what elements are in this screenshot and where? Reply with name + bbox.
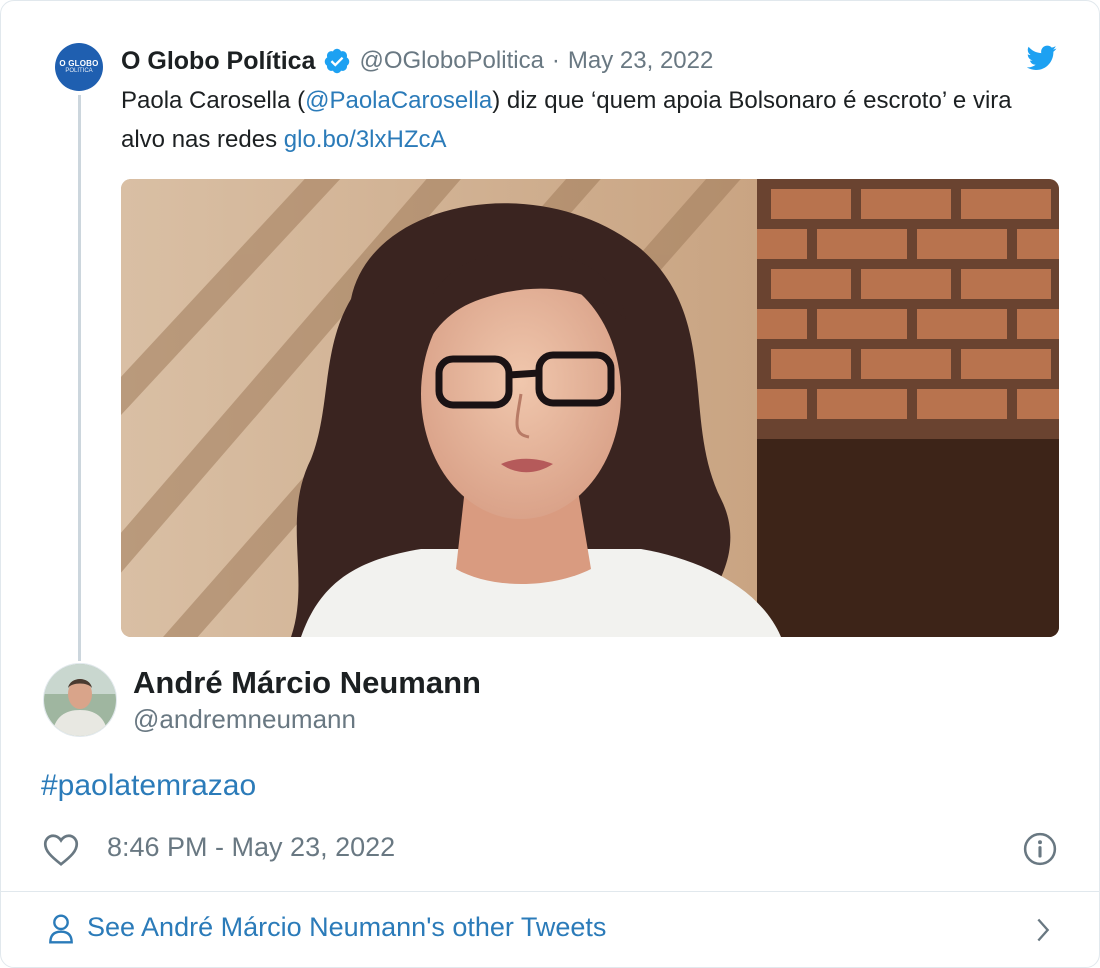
hashtag-link[interactable]: #paolatemrazao xyxy=(41,769,256,803)
twitter-bird-icon[interactable] xyxy=(1027,45,1057,71)
author-name[interactable]: André Márcio Neumann xyxy=(133,665,481,701)
avatar-illustration xyxy=(44,664,116,736)
article-link[interactable]: glo.bo/3lxHZcA xyxy=(284,126,447,153)
thread-line xyxy=(78,95,81,661)
tweet-photo[interactable] xyxy=(121,179,1059,637)
avatar-text-line2: POLÍTICA xyxy=(65,68,93,74)
quoted-avatar[interactable]: O GLOBO POLÍTICA xyxy=(55,43,103,91)
see-other-tweets-link[interactable]: See André Márcio Neumann's other Tweets xyxy=(1,892,1099,967)
header-separator: · xyxy=(551,47,560,74)
author-handle[interactable]: @andremneumann xyxy=(133,704,356,735)
quoted-author-handle[interactable]: @OGloboPolitica xyxy=(359,47,543,75)
see-other-tweets-label: See André Márcio Neumann's other Tweets xyxy=(87,912,607,942)
quoted-author-name[interactable]: O Globo Política xyxy=(121,47,315,76)
quoted-header: O Globo Política @OGloboPolitica · May 2… xyxy=(121,43,713,79)
heart-icon[interactable] xyxy=(43,833,79,867)
tweet-card: O GLOBO POLÍTICA O Globo Política @OGlob… xyxy=(0,0,1100,968)
avatar-text-line1: O GLOBO xyxy=(59,59,99,68)
quoted-tweet-text: Paola Carosella (@PaolaCarosella) diz qu… xyxy=(121,81,1021,159)
mention-link[interactable]: @PaolaCarosella xyxy=(305,87,492,114)
text-before-mention: Paola Carosella ( xyxy=(121,87,306,114)
photo-illustration xyxy=(121,179,1059,637)
author-avatar[interactable] xyxy=(43,663,117,737)
tweet-timestamp[interactable]: 8:46 PM - May 23, 2022 xyxy=(107,832,395,863)
chevron-right-icon xyxy=(1037,918,1050,942)
info-icon[interactable] xyxy=(1023,832,1057,866)
quoted-date[interactable]: May 23, 2022 xyxy=(568,47,713,75)
verified-badge-icon xyxy=(325,48,350,74)
person-icon xyxy=(49,914,73,944)
